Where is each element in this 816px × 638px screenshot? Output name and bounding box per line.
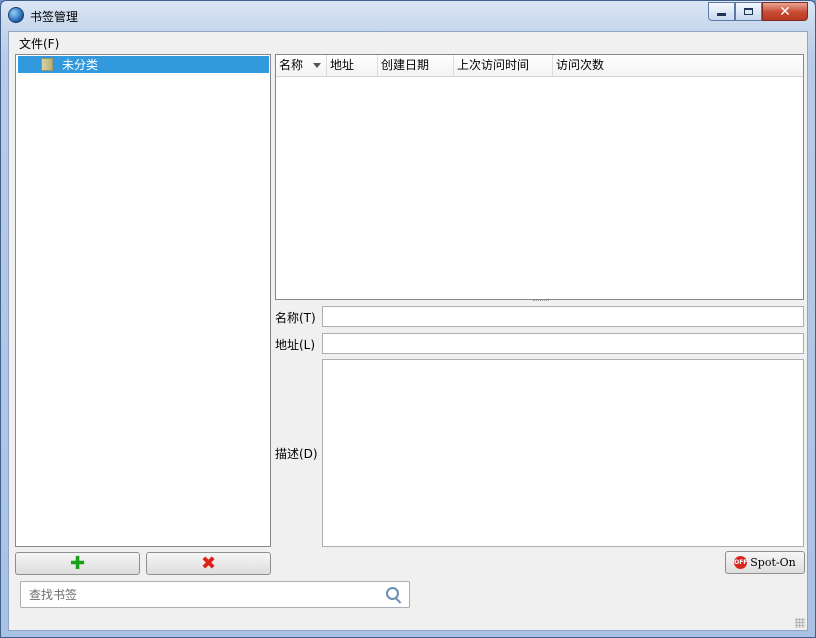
client-area: 文件(F) 未分类 名称 地址 创建日期 上次访问时间 访问次数 名称(T) 地…: [8, 31, 808, 631]
name-field[interactable]: [322, 306, 804, 327]
splitter-handle[interactable]: [533, 300, 549, 304]
search-icon[interactable]: [386, 587, 399, 600]
column-header-label: 地址: [330, 58, 355, 72]
column-header-created[interactable]: 创建日期: [378, 55, 454, 76]
menu-bar: 文件(F): [9, 32, 807, 52]
name-label: 名称(T): [275, 311, 316, 325]
close-button[interactable]: ✕: [762, 2, 808, 21]
delete-x-icon: ✖: [200, 552, 217, 574]
column-header-label: 创建日期: [381, 58, 430, 72]
column-header-label: 上次访问时间: [457, 58, 530, 72]
plus-icon: ✚: [69, 552, 86, 574]
bookmark-list[interactable]: 名称 地址 创建日期 上次访问时间 访问次数: [275, 54, 804, 300]
url-label: 地址(L): [275, 338, 316, 352]
column-header-url[interactable]: 地址: [327, 55, 378, 76]
tree-item-label: 未分类: [62, 58, 99, 72]
add-button[interactable]: ✚: [15, 552, 140, 575]
category-tree[interactable]: 未分类: [15, 54, 271, 547]
list-header: 名称 地址 创建日期 上次访问时间 访问次数: [276, 55, 803, 77]
column-header-label: 名称: [279, 58, 304, 72]
column-header-label: 访问次数: [556, 58, 605, 72]
spot-on-label: Spot-On: [750, 556, 796, 569]
search-box: [20, 581, 410, 608]
app-globe-icon: [8, 7, 24, 23]
bookmark-manager-window: 书签管理 ✕ 文件(F) 未分类 名称 地址 创建日期 上次访问时间 访问次数 …: [0, 0, 816, 638]
close-icon: ✕: [779, 3, 791, 20]
minimize-icon: [717, 13, 726, 16]
description-field[interactable]: [322, 359, 804, 547]
spot-on-off-icon: OFF: [734, 556, 747, 569]
column-header-last-visit[interactable]: 上次访问时间: [454, 55, 553, 76]
column-header-name[interactable]: 名称: [276, 55, 327, 76]
column-header-visit-count[interactable]: 访问次数: [553, 55, 803, 76]
maximize-icon: [744, 8, 753, 15]
resize-grip-icon[interactable]: [795, 618, 805, 628]
folder-icon: [41, 58, 53, 71]
minimize-button[interactable]: [708, 2, 735, 21]
maximize-button[interactable]: [735, 2, 762, 21]
sort-down-icon: [313, 63, 321, 68]
tree-item-uncategorized[interactable]: 未分类: [18, 56, 269, 73]
spot-on-button[interactable]: OFF Spot-On: [725, 551, 805, 574]
delete-button[interactable]: ✖: [146, 552, 271, 575]
window-title: 书签管理: [30, 10, 79, 24]
description-label: 描述(D): [275, 447, 318, 461]
url-field[interactable]: [322, 333, 804, 354]
title-bar[interactable]: 书签管理 ✕: [1, 1, 815, 31]
menu-file[interactable]: 文件(F): [19, 35, 59, 52]
search-input[interactable]: [21, 582, 389, 607]
